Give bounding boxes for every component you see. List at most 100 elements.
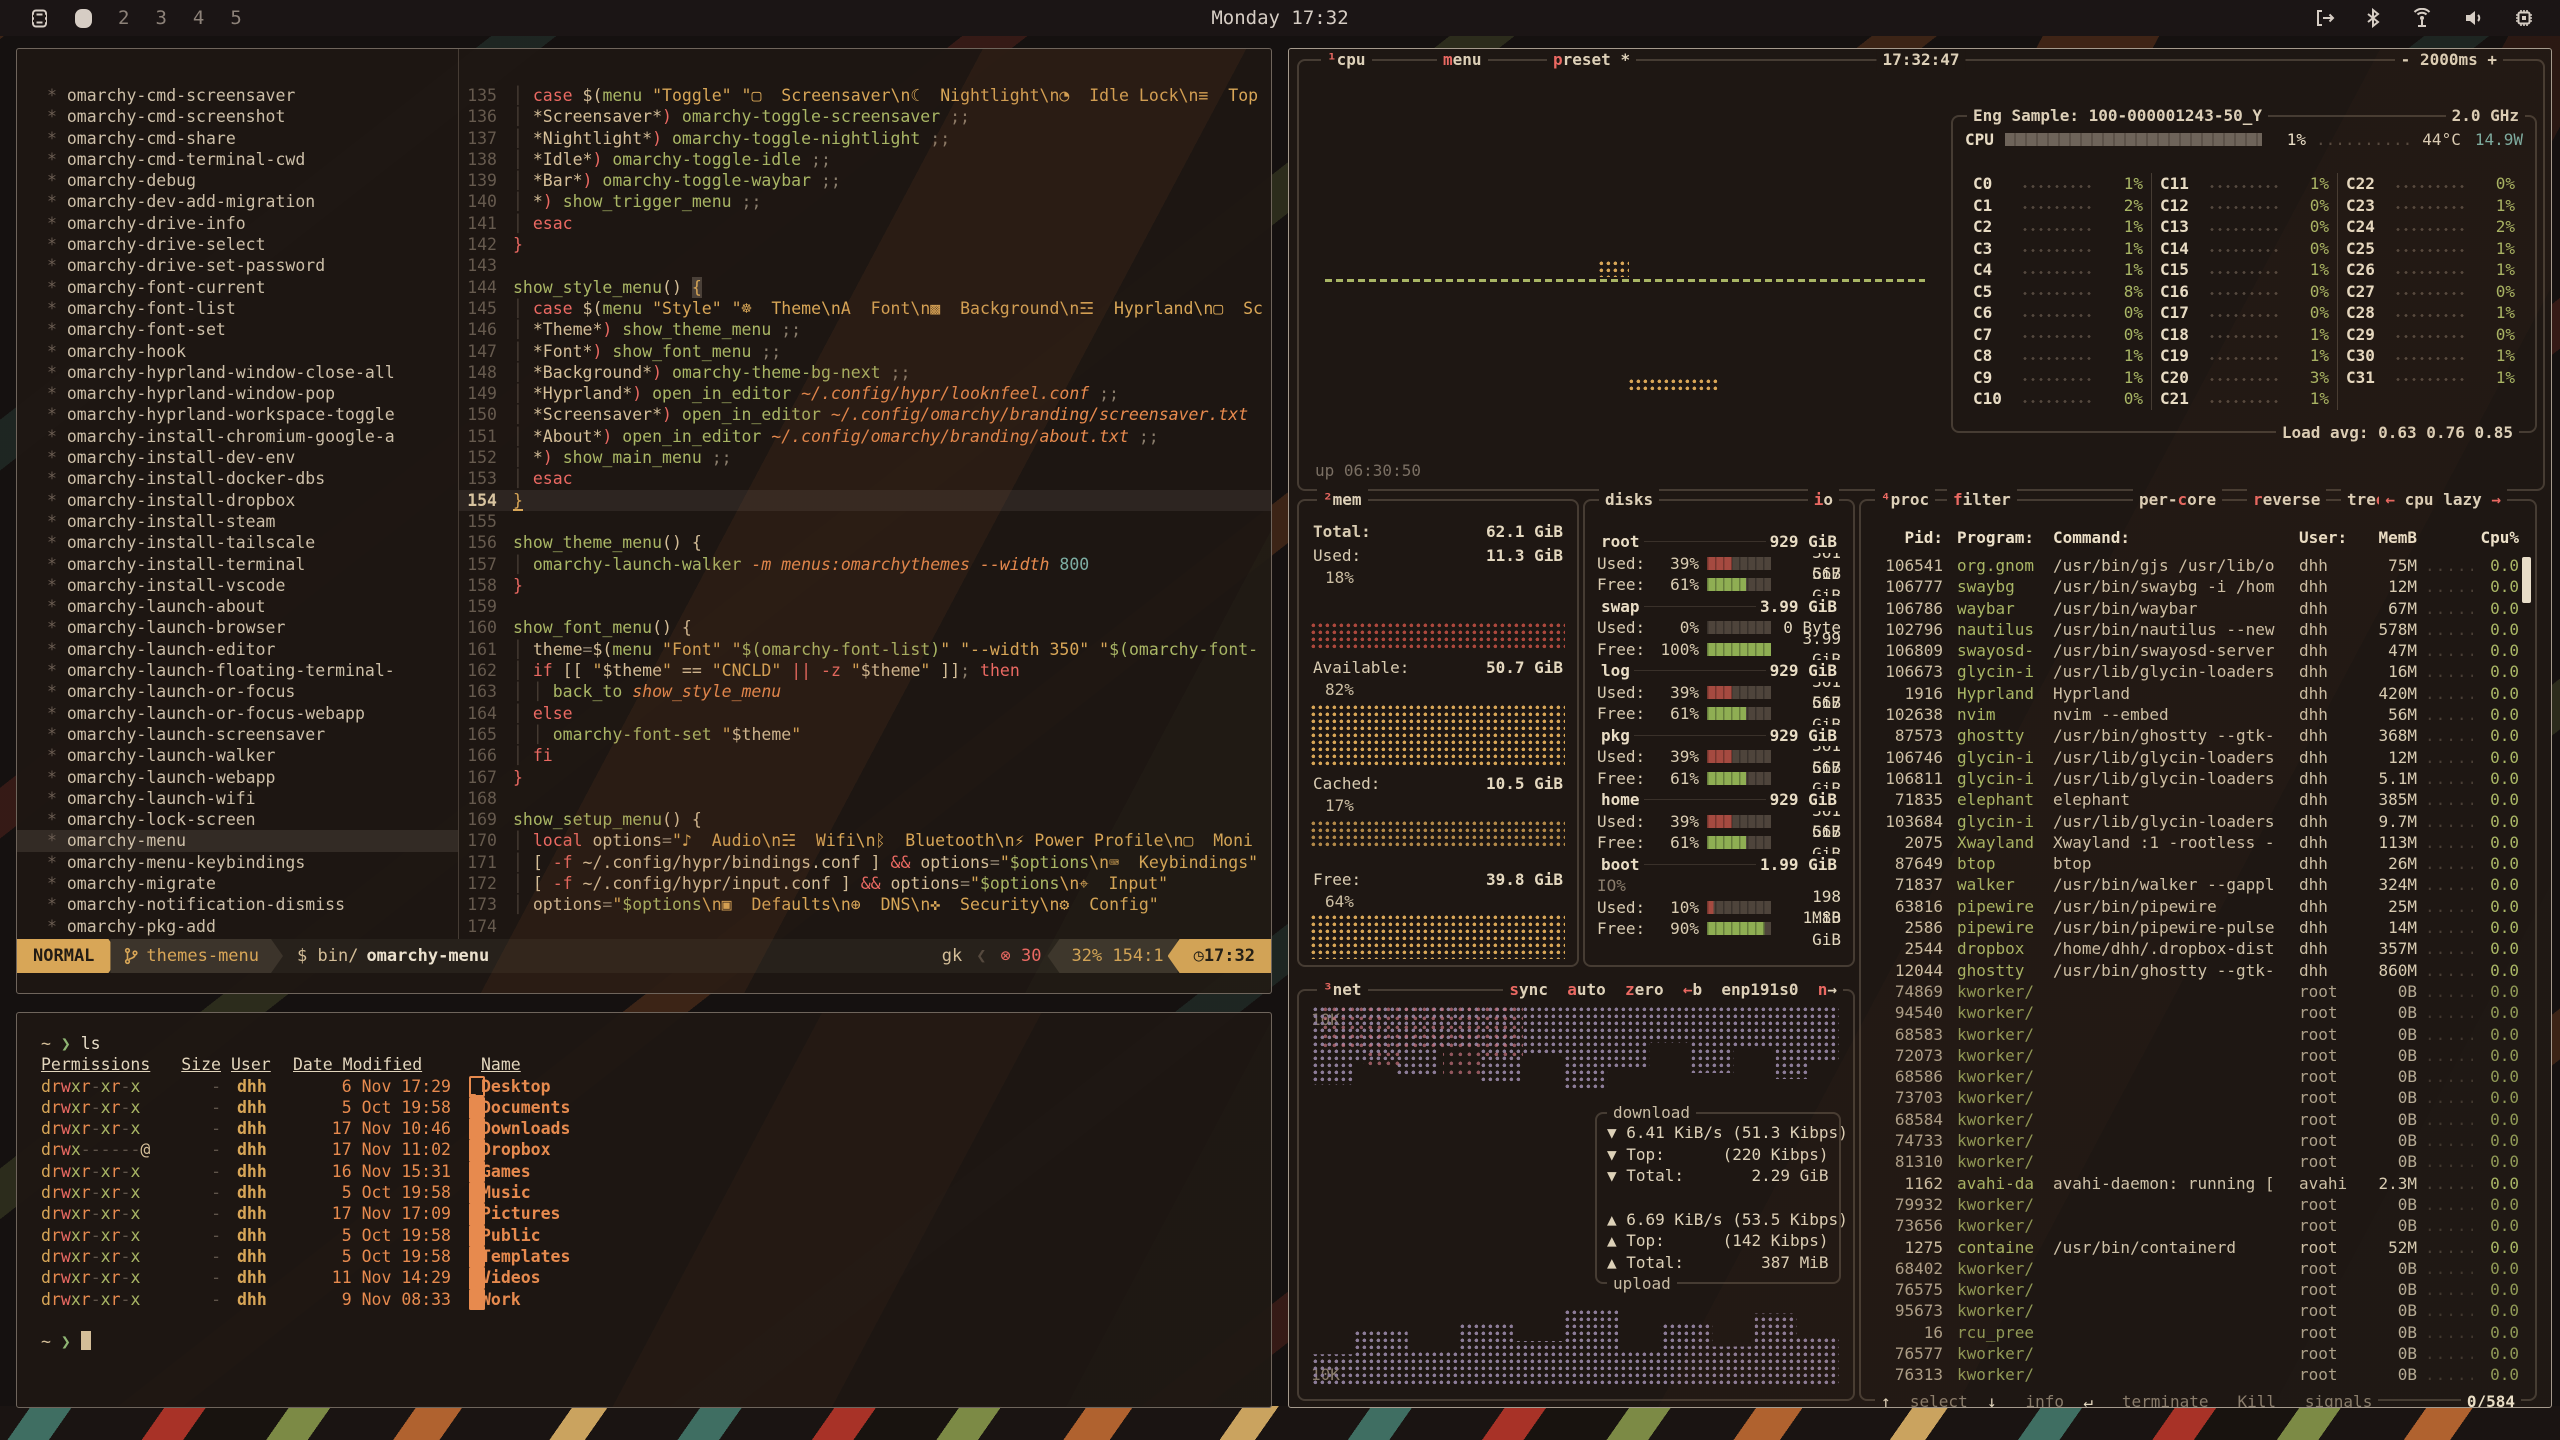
proc-cell[interactable]: 47M [2357,640,2417,661]
proc-cell[interactable] [2053,1343,2295,1364]
proc-cell[interactable]: /usr/bin/ghostty --gtk- [2053,725,2295,746]
prompt-line-2[interactable]: ~ ❯ [41,1331,1271,1352]
file-item[interactable]: * omarchy-drive-info [17,213,458,234]
proc-cell[interactable]: Hyprland [1943,683,2053,704]
proc-cell[interactable] [2053,1279,2295,1300]
proc-cell[interactable]: 0B [2357,1002,2417,1023]
proc-cell[interactable] [2053,1002,2295,1023]
proc-cell[interactable]: 1916 [1871,683,1943,704]
proc-cell[interactable]: 0.0 [2473,811,2519,832]
file-item[interactable]: * omarchy-launch-screensaver [17,724,458,745]
proc-cell[interactable]: 860M [2357,960,2417,981]
proc-cell[interactable]: pipewire [1943,917,2053,938]
proc-scrollbar[interactable] [2522,557,2531,603]
proc-cell[interactable]: 106809 [1871,640,1943,661]
proc-cell[interactable]: /usr/bin/swayosd-server [2053,640,2295,661]
file-item[interactable]: * omarchy-install-vscode [17,575,458,596]
proc-cell[interactable]: 0.0 [2473,683,2519,704]
file-item[interactable]: * omarchy-font-current [17,277,458,298]
proc-cell[interactable]: 0.0 [2473,768,2519,789]
file-item[interactable]: * omarchy-drive-select [17,234,458,255]
proc-cell[interactable]: 0.0 [2473,960,2519,981]
file-item[interactable]: * omarchy-cmd-screensaver [17,85,458,106]
proc-cell[interactable]: 385M [2357,789,2417,810]
proc-cell[interactable]: /usr/bin/gjs /usr/lib/o [2053,555,2295,576]
proc-cell[interactable]: kworker/ [1943,1109,2053,1130]
file-item[interactable]: * omarchy-cmd-terminal-cwd [17,149,458,170]
proc-footer-keys[interactable]: ↑ select ↓ info ↵ terminate Kill signals [1875,1391,2378,1409]
proc-cell[interactable]: 76577 [1871,1343,1943,1364]
proc-cell[interactable]: 71835 [1871,789,1943,810]
volume-icon[interactable] [2464,8,2484,28]
proc-cell[interactable]: /usr/lib/glycin-loaders [2053,768,2295,789]
proc-cell[interactable]: root [2295,1024,2357,1045]
proc-cell[interactable]: kworker/ [1943,1151,2053,1172]
proc-cell[interactable]: glycin-i [1943,768,2053,789]
proc-cell[interactable]: swayosd- [1943,640,2053,661]
file-item[interactable]: * omarchy-install-tailscale [17,532,458,553]
proc-cell[interactable]: 0.0 [2473,640,2519,661]
proc-cell[interactable]: ......... [2417,917,2473,938]
proc-cell[interactable]: 0B [2357,1194,2417,1215]
proc-cell[interactable]: 106746 [1871,747,1943,768]
proc-cell[interactable]: 72073 [1871,1045,1943,1066]
proc-cell[interactable]: ......... [2417,640,2473,661]
proc-cell[interactable]: ......... [2417,938,2473,959]
proc-cell[interactable]: 0B [2357,1215,2417,1236]
proc-cell[interactable]: 106786 [1871,598,1943,619]
proc-cell[interactable]: glycin-i [1943,811,2053,832]
proc-cell[interactable]: kworker/ [1943,1258,2053,1279]
file-item[interactable]: * omarchy-launch-browser [17,617,458,638]
proc-cell[interactable]: 16 [1871,1322,1943,1343]
proc-cell[interactable]: Hyprland [2053,683,2295,704]
proc-cell[interactable]: 75M [2357,555,2417,576]
proc-cell[interactable]: ......... [2417,704,2473,725]
proc-cell[interactable]: ......... [2417,1045,2473,1066]
proc-cell[interactable]: 106541 [1871,555,1943,576]
sort-selector[interactable]: ← cpu lazy → [2379,489,2507,511]
proc-cell[interactable] [2053,1322,2295,1343]
proc-cell[interactable]: 0B [2357,1130,2417,1151]
workspace-1-active[interactable] [75,9,92,28]
proc-cell[interactable]: root [2295,1300,2357,1321]
proc-cell[interactable]: ......... [2417,683,2473,704]
proc-cell[interactable]: ......... [2417,1258,2473,1279]
proc-cell[interactable]: dhh [2295,619,2357,640]
proc-cell[interactable]: ......... [2417,1279,2473,1300]
proc-cell[interactable]: 0B [2357,1087,2417,1108]
file-item[interactable]: * omarchy-launch-webapp [17,767,458,788]
proc-cell[interactable]: 0.0 [2473,1173,2519,1194]
proc-cell[interactable]: 87573 [1871,725,1943,746]
proc-cell[interactable]: kworker/ [1943,1045,2053,1066]
file-item[interactable]: * omarchy-install-chromium-google-a [17,426,458,447]
file-item[interactable]: * omarchy-pkg-add [17,916,458,937]
proc-cell[interactable]: 578M [2357,619,2417,640]
proc-cell[interactable]: 0.0 [2473,981,2519,1002]
proc-cell[interactable]: 106811 [1871,768,1943,789]
proc-cell[interactable]: btop [2053,853,2295,874]
logout-icon[interactable] [2314,8,2336,28]
proc-cell[interactable]: 76313 [1871,1364,1943,1385]
proc-cell[interactable]: nvim --embed [2053,704,2295,725]
proc-cell[interactable]: 0.0 [2473,576,2519,597]
proc-cell[interactable]: root [2295,1215,2357,1236]
proc-cell[interactable]: glycin-i [1943,747,2053,768]
file-item[interactable]: * omarchy-cmd-share [17,128,458,149]
file-item[interactable]: * omarchy-drive-set-password [17,255,458,276]
file-item[interactable]: * omarchy-launch-or-focus [17,681,458,702]
proc-cell[interactable]: containe [1943,1237,2053,1258]
proc-cell[interactable]: 68586 [1871,1066,1943,1087]
workspace-4[interactable]: 4 [193,7,204,29]
proc-cell[interactable]: 68584 [1871,1109,1943,1130]
proc-cell[interactable]: 9.7M [2357,811,2417,832]
proc-cell[interactable]: 73703 [1871,1087,1943,1108]
proc-cell[interactable]: ......... [2417,981,2473,1002]
proc-cell[interactable]: 87649 [1871,853,1943,874]
proc-cell[interactable]: 76575 [1871,1279,1943,1300]
file-item[interactable]: * omarchy-hook [17,341,458,362]
proc-cell[interactable]: 0.0 [2473,619,2519,640]
proc-cell[interactable]: ......... [2417,896,2473,917]
proc-cell[interactable]: nvim [1943,704,2053,725]
proc-cell[interactable]: 0.0 [2473,598,2519,619]
proc-cell[interactable]: dhh [2295,768,2357,789]
